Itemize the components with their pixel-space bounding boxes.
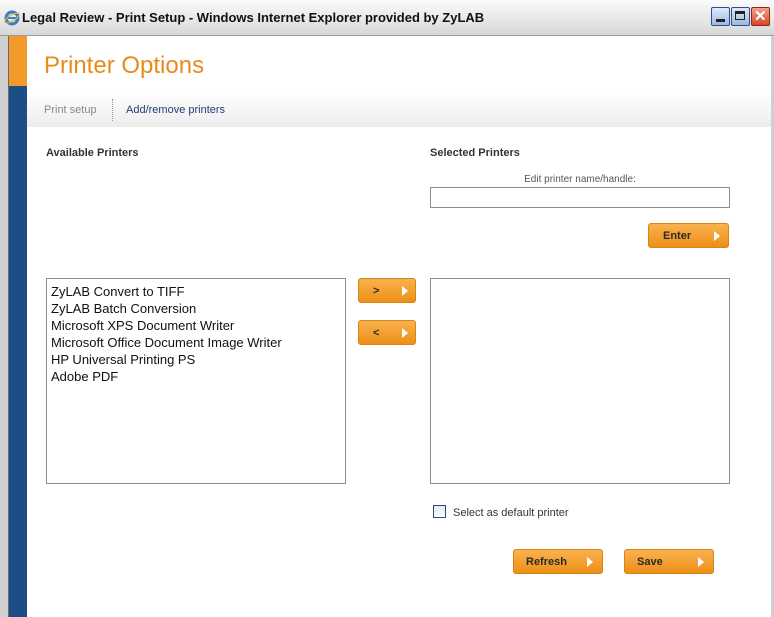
move-right-label: > [373,285,380,297]
selected-printers-list[interactable] [430,278,730,484]
list-item[interactable]: Microsoft Office Document Image Writer [51,334,345,351]
maximize-icon [735,11,745,20]
arrow-right-icon [402,328,408,338]
maximize-button[interactable] [731,7,750,26]
move-to-selected-button[interactable]: > [358,278,416,303]
tab-divider [112,99,113,121]
edit-printer-name-label: Edit printer name/handle: [524,174,636,185]
page-title: Printer Options [44,52,205,79]
list-item[interactable]: HP Universal Printing PS [51,351,345,368]
close-icon: ✕ [754,8,767,25]
enter-button-label: Enter [663,230,692,242]
accent-bar-orange [9,36,27,86]
available-printers-list[interactable]: ZyLAB Convert to TIFF ZyLAB Batch Conver… [46,278,346,484]
arrow-right-icon [402,286,408,296]
enter-button[interactable]: Enter [648,223,729,248]
accent-bar-blue [9,86,27,617]
minimize-icon [716,19,725,22]
edit-printer-name-input[interactable] [430,187,730,208]
default-printer-label[interactable]: Select as default printer [453,507,569,519]
available-printers-label: Available Printers [46,147,139,159]
close-button[interactable]: ✕ [751,7,770,26]
window-title: Legal Review - Print Setup - Windows Int… [22,10,485,25]
arrow-right-icon [698,557,704,567]
tab-print-setup[interactable]: Print setup [44,104,97,116]
list-item[interactable]: Adobe PDF [51,368,345,385]
list-item[interactable]: ZyLAB Batch Conversion [51,300,345,317]
tab-bar: Print setup Add/remove printers [27,93,771,127]
arrow-right-icon [587,557,593,567]
move-to-available-button[interactable]: < [358,320,416,345]
tab-add-remove-printers[interactable]: Add/remove printers [126,104,225,116]
list-item[interactable]: Microsoft XPS Document Writer [51,317,345,334]
move-left-label: < [373,327,380,339]
minimize-button[interactable] [711,7,730,26]
refresh-button[interactable]: Refresh [513,549,603,574]
internet-explorer-icon [4,10,20,26]
save-button[interactable]: Save [624,549,714,574]
window-title-bar[interactable]: Legal Review - Print Setup - Windows Int… [0,0,774,36]
arrow-right-icon [714,231,720,241]
save-button-label: Save [637,556,663,568]
refresh-button-label: Refresh [526,556,567,568]
list-item[interactable]: ZyLAB Convert to TIFF [51,283,345,300]
default-printer-checkbox[interactable] [433,505,446,518]
window-frame-left [0,36,8,617]
selected-printers-label: Selected Printers [430,147,520,159]
